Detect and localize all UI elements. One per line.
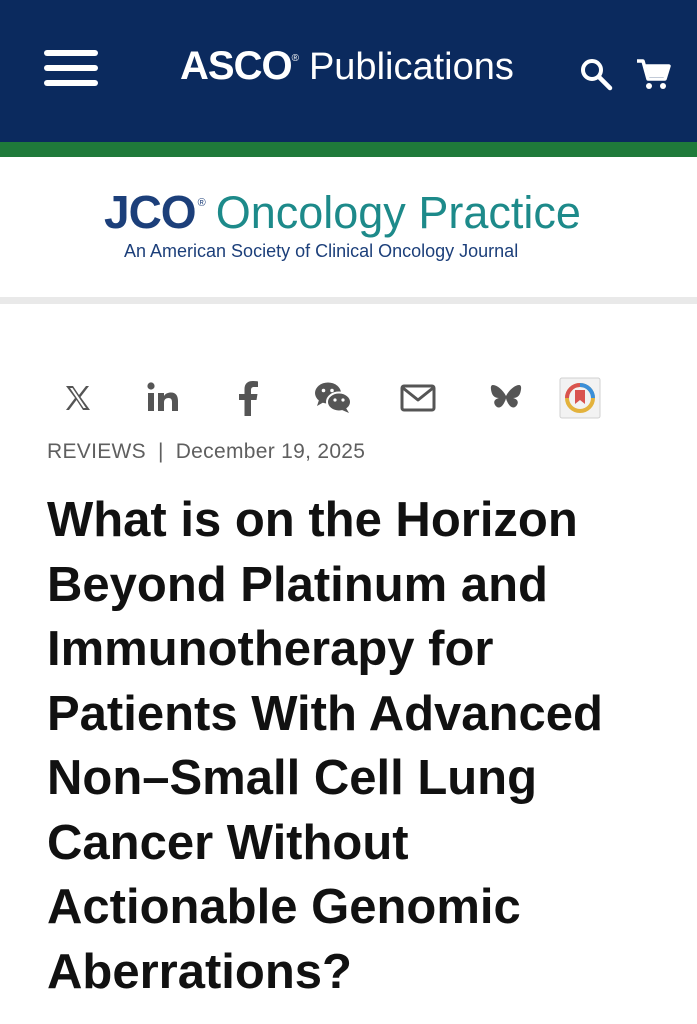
site-header: ASCO ® Publications xyxy=(0,0,697,142)
bluesky-icon[interactable] xyxy=(484,376,528,420)
brand-name: ASCO xyxy=(180,44,293,88)
article-meta: REVIEWS | December 19, 2025 xyxy=(47,440,365,464)
search-icon[interactable] xyxy=(578,56,614,92)
article-title: What is on the Horizon Beyond Platinum a… xyxy=(47,493,603,999)
menu-icon[interactable] xyxy=(44,48,100,88)
cart-icon[interactable] xyxy=(635,57,671,93)
article-date: December 19, 2025 xyxy=(175,440,366,463)
journal-registered-mark: ® xyxy=(197,197,206,209)
asco-publications-logo[interactable]: ASCO ® Publications xyxy=(180,44,514,94)
share-bar xyxy=(50,376,610,420)
brand-registered-mark: ® xyxy=(291,53,299,64)
section-divider xyxy=(0,297,697,304)
article-category[interactable]: REVIEWS xyxy=(47,440,146,463)
email-icon[interactable] xyxy=(396,376,440,420)
journal-subtitle: An American Society of Clinical Oncology… xyxy=(124,241,519,261)
journal-banner[interactable]: JCO ® Oncology Practice An American Soci… xyxy=(0,157,697,297)
x-icon[interactable] xyxy=(56,376,100,420)
journal-name: Oncology Practice xyxy=(215,187,581,238)
journal-short-name: JCO xyxy=(104,186,197,238)
meta-separator: | xyxy=(157,440,164,463)
header-accent-stripe xyxy=(0,142,697,157)
journal-logo: JCO ® Oncology Practice xyxy=(104,185,581,239)
wechat-icon[interactable] xyxy=(311,376,355,420)
linkedin-icon[interactable] xyxy=(141,376,185,420)
facebook-icon[interactable] xyxy=(226,376,270,420)
readcube-icon[interactable] xyxy=(558,376,602,420)
brand-suffix: Publications xyxy=(308,46,514,88)
